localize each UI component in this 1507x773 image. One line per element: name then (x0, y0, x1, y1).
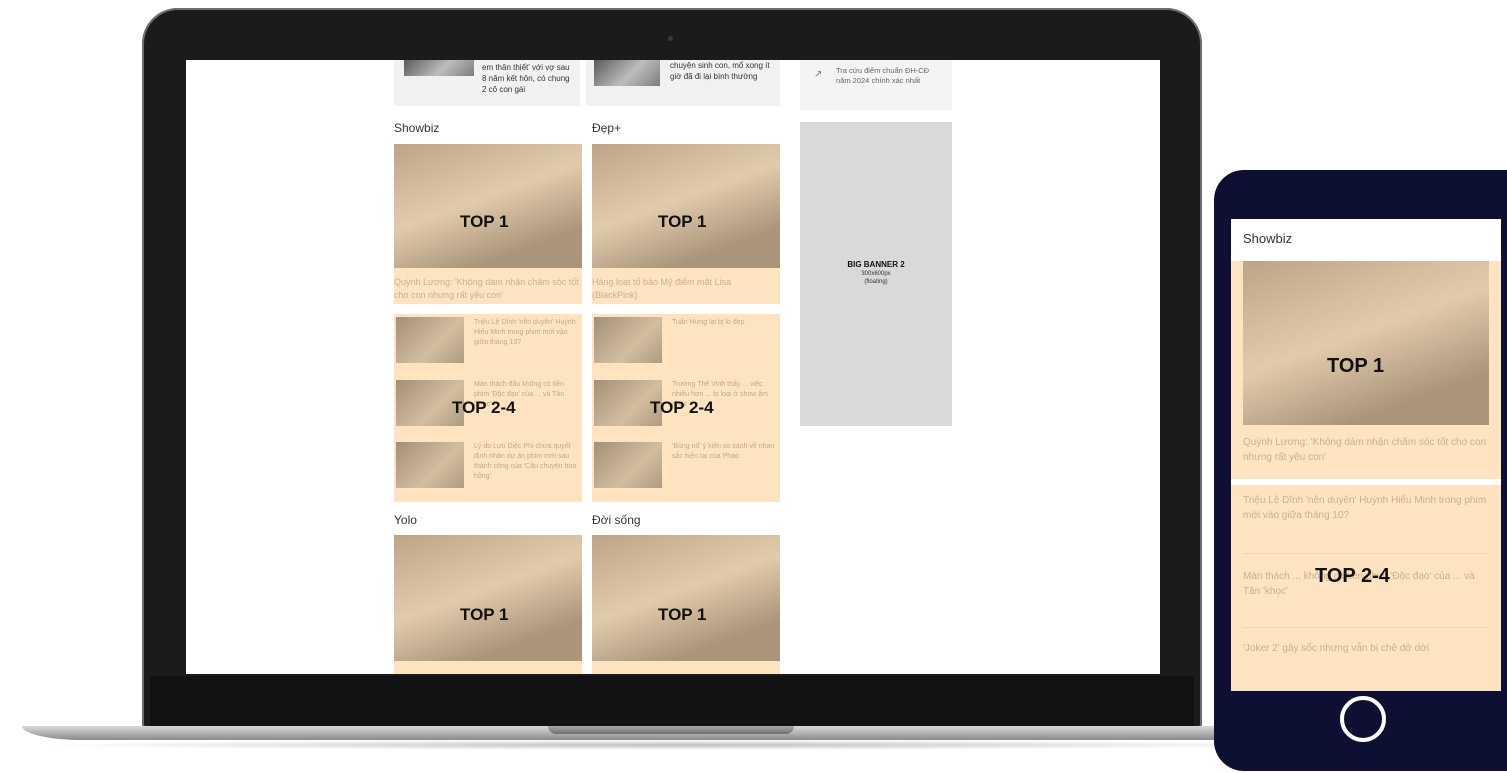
list-item[interactable]: 'Bùng nổ' ý kiến so sánh về nhan sắc hiệ… (672, 442, 776, 462)
list-item[interactable]: Tuấn Hưng lại bị lo đẹp (672, 318, 776, 328)
camera-icon (668, 36, 673, 41)
article-thumbnail[interactable] (594, 442, 662, 488)
banner-note: (floating) (864, 279, 888, 285)
showbiz-top24-block: Triệu Lệ Dĩnh 'nên duyên' Huỳnh Hiểu Min… (394, 314, 582, 502)
phone-screen: Showbiz TOP 1 Quỳnh Lương: 'Không dám nh… (1231, 219, 1501, 691)
list-item[interactable]: Triệu Lệ Dĩnh 'nên duyên' Huỳnh Hiểu Min… (474, 318, 578, 348)
top1-caption[interactable]: Quỳnh Lương: 'Không dám nhận chăm sóc tố… (1243, 435, 1487, 465)
list-item[interactable]: Lý do Lưu Diệc Phi chưa quyết định nhận … (474, 442, 578, 482)
phone-section-title[interactable]: Showbiz (1243, 231, 1292, 246)
top1-label: TOP 1 (658, 212, 707, 231)
top-row-card-2[interactable]: chuyện sinh con, mổ xong ít giờ đã đi lạ… (586, 60, 780, 106)
top24-label: TOP 2-4 (452, 398, 516, 417)
hero-image[interactable] (592, 144, 780, 268)
banner-size: 300x600px (861, 271, 891, 277)
top1-label: TOP 1 (658, 605, 707, 624)
section-title-doi-song[interactable]: Đời sống (592, 513, 641, 527)
divider (1243, 627, 1487, 628)
sidebar-link-card[interactable]: ↗ Tra cứu điểm chuẩn ĐH-CĐ năm 2024 chín… (800, 60, 952, 110)
section-title-yolo[interactable]: Yolo (394, 513, 417, 527)
arrow-icon: ↗ (814, 69, 823, 80)
yolo-top1-block[interactable]: TOP 1 (394, 535, 582, 674)
dep-top1-block[interactable]: TOP 1 Hàng loạt tổ bảo Mỹ điểm mặt Lisa … (592, 144, 780, 304)
article-title[interactable]: em thân thiết' với vợ sau 8 năm kết hôn,… (482, 62, 576, 95)
list-item[interactable]: Triệu Lệ Dĩnh 'nên duyên' Huỳnh Hiểu Min… (1243, 493, 1487, 523)
laptop-shadow (30, 740, 1320, 750)
top-row-card-1[interactable]: em thân thiết' với vợ sau 8 năm kết hôn,… (394, 60, 580, 106)
hero-image[interactable] (394, 144, 582, 268)
phone-top1-block[interactable]: TOP 1 Quỳnh Lương: 'Không dám nhận chăm … (1231, 261, 1501, 479)
top1-label: TOP 1 (460, 605, 509, 624)
dep-top24-block: Tuấn Hưng lại bị lo đẹp Trường Thế Vinh … (592, 314, 780, 502)
hero-image[interactable] (592, 535, 780, 661)
list-item[interactable]: 'Joker 2' gây sốc nhưng vẫn bị chê dở dờ… (1243, 641, 1487, 656)
laptop-screen: em thân thiết' với vợ sau 8 năm kết hôn,… (186, 60, 1160, 674)
top24-label: TOP 2-4 (650, 398, 714, 417)
home-button[interactable] (1340, 696, 1386, 742)
top24-label: TOP 2-4 (1315, 565, 1390, 587)
hero-image[interactable] (1243, 261, 1489, 425)
showbiz-top1-block[interactable]: TOP 1 Quỳnh Lương: 'Không dám nhận chăm … (394, 144, 582, 304)
top1-caption[interactable]: Hàng loạt tổ bảo Mỹ điểm mặt Lisa (Black… (592, 276, 778, 302)
doi-song-top1-block[interactable]: TOP 1 (592, 535, 780, 674)
hero-image[interactable] (394, 535, 582, 661)
top1-label: TOP 1 (1327, 355, 1385, 377)
article-thumbnail[interactable] (404, 60, 474, 76)
article-thumbnail[interactable] (396, 317, 464, 363)
section-title-dep[interactable]: Đẹp+ (592, 121, 621, 135)
article-thumbnail[interactable] (396, 442, 464, 488)
section-title-showbiz[interactable]: Showbiz (394, 121, 439, 135)
top1-caption[interactable]: Quỳnh Lương: 'Không dám nhận chăm sóc tố… (394, 276, 580, 302)
big-banner-2[interactable]: BIG BANNER 2 300x600px (floating) (800, 122, 952, 426)
article-thumbnail[interactable] (594, 60, 660, 86)
sidebar-link-text[interactable]: Tra cứu điểm chuẩn ĐH-CĐ năm 2024 chính … (836, 66, 944, 86)
divider (1243, 553, 1487, 554)
phone-top24-block: Triệu Lệ Dĩnh 'nên duyên' Huỳnh Hiểu Min… (1231, 485, 1501, 691)
article-thumbnail[interactable] (594, 317, 662, 363)
banner-title: BIG BANNER 2 (847, 260, 905, 269)
top1-label: TOP 1 (460, 212, 509, 231)
laptop-chin (150, 676, 1194, 726)
article-title[interactable]: chuyện sinh con, mổ xong ít giờ đã đi lạ… (670, 60, 770, 82)
laptop-notch (548, 726, 794, 734)
